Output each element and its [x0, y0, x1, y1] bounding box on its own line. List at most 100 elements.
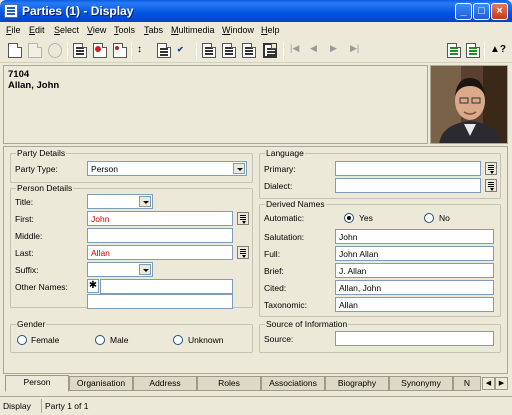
- cited-label: Cited:: [264, 283, 287, 293]
- other-names-field-row2[interactable]: [87, 294, 233, 309]
- salutation-field[interactable]: John: [335, 229, 494, 244]
- view-form-icon[interactable]: [263, 43, 277, 58]
- view-detail-icon[interactable]: [242, 43, 256, 58]
- tab-more[interactable]: N: [453, 376, 481, 391]
- cited-name-field[interactable]: Allan, John: [335, 280, 494, 295]
- menu-tabs[interactable]: Tabs: [144, 25, 163, 35]
- new-row-icon[interactable]: ✱: [87, 279, 99, 293]
- group-legend: Party Details: [16, 148, 67, 158]
- close-button[interactable]: ×: [491, 3, 508, 20]
- spellcheck-icon[interactable]: ✔: [177, 43, 191, 58]
- toolbar-separator: [131, 43, 132, 59]
- portrait-image: [431, 66, 507, 143]
- tab-synonymy[interactable]: Synonymy: [389, 376, 453, 391]
- menu-select[interactable]: Select: [54, 25, 79, 35]
- menu-tools[interactable]: Tools: [114, 25, 135, 35]
- menu-window[interactable]: Window: [222, 25, 254, 35]
- cancel-icon[interactable]: [48, 43, 62, 58]
- source-field[interactable]: [335, 331, 494, 346]
- language-group: Language Primary: Dialect:: [259, 148, 501, 199]
- chevron-down-icon[interactable]: [233, 163, 245, 174]
- menu-help[interactable]: Help: [261, 25, 280, 35]
- gender-unknown-radio[interactable]: [173, 335, 183, 345]
- tab-organisation[interactable]: Organisation: [69, 376, 133, 391]
- toolbar-separator: [484, 43, 485, 59]
- gender-male-radio[interactable]: [95, 335, 105, 345]
- tab-biography[interactable]: Biography: [325, 376, 389, 391]
- menu-multimedia[interactable]: Multimedia: [171, 25, 215, 35]
- edit-icon[interactable]: [157, 43, 171, 58]
- gender-unknown-label: Unknown: [188, 335, 224, 345]
- party-type-select[interactable]: Person: [87, 161, 247, 176]
- middle-label: Middle:: [15, 231, 43, 241]
- title-bar[interactable]: Parties (1) - Display _ □ ×: [0, 0, 512, 22]
- tab-roles[interactable]: Roles: [197, 376, 261, 391]
- attach-record-icon[interactable]: [113, 43, 127, 58]
- menu-bar: File Edit Select View Tools Tabs Multime…: [0, 22, 512, 39]
- maximize-button[interactable]: □: [473, 3, 490, 20]
- group-legend: Source of Information: [265, 319, 349, 329]
- primary-language-field[interactable]: [335, 161, 481, 176]
- lookup-icon[interactable]: [237, 246, 249, 259]
- chevron-down-icon[interactable]: [139, 196, 151, 207]
- party-photo[interactable]: [430, 65, 508, 144]
- middle-name-field[interactable]: [87, 228, 233, 243]
- salutation-label: Salutation:: [264, 232, 305, 242]
- person-details-group: Person Details Title: First: John Middle…: [10, 183, 253, 309]
- lookup-icon[interactable]: [485, 179, 497, 192]
- previous-record-icon[interactable]: ◀: [310, 43, 324, 58]
- next-tab-icon[interactable]: [466, 43, 480, 58]
- automatic-label: Automatic:: [264, 213, 305, 223]
- brief-name-field[interactable]: J. Allan: [335, 263, 494, 278]
- lookup-icon[interactable]: [485, 162, 497, 175]
- sort-icon[interactable]: ↕: [137, 43, 151, 58]
- lookup-icon[interactable]: [237, 212, 249, 225]
- taxonomic-name-field[interactable]: Allan: [335, 297, 494, 312]
- tab-person[interactable]: Person: [5, 375, 69, 392]
- save-icon[interactable]: [28, 43, 42, 58]
- menu-edit[interactable]: Edit: [29, 25, 45, 35]
- full-name-field[interactable]: John Allan: [335, 246, 494, 261]
- first-name-field[interactable]: John: [87, 211, 233, 226]
- tab-associations[interactable]: Associations: [261, 376, 325, 391]
- full-label: Full:: [264, 249, 281, 259]
- view-list-icon[interactable]: [202, 43, 216, 58]
- gender-female-radio[interactable]: [17, 335, 27, 345]
- status-mode: Display: [3, 401, 31, 411]
- help-icon[interactable]: ▲?: [490, 43, 506, 58]
- other-names-field[interactable]: [100, 279, 233, 294]
- group-legend: Language: [265, 148, 305, 158]
- title-select[interactable]: [87, 194, 153, 209]
- new-icon[interactable]: [8, 43, 22, 58]
- group-legend: Person Details: [16, 183, 74, 193]
- last-name-field[interactable]: Allan: [87, 245, 233, 260]
- automatic-yes-radio[interactable]: [344, 213, 354, 223]
- toolbar-separator: [67, 43, 68, 59]
- automatic-no-radio[interactable]: [424, 213, 434, 223]
- dialect-field[interactable]: [335, 178, 481, 193]
- menu-file[interactable]: File: [6, 25, 21, 35]
- gender-male-label: Male: [110, 335, 129, 345]
- party-type-value: Person: [91, 164, 118, 174]
- first-record-icon[interactable]: |◀: [290, 43, 304, 58]
- status-separator: [41, 399, 42, 413]
- source-label: Source:: [264, 334, 294, 344]
- last-record-icon[interactable]: ▶|: [350, 43, 364, 58]
- tab-scroll-right-icon[interactable]: ▶: [495, 377, 508, 390]
- previous-tab-icon[interactable]: [447, 43, 461, 58]
- window-title: Parties (1) - Display: [22, 4, 134, 18]
- tab-scroll-left-icon[interactable]: ◀: [482, 377, 495, 390]
- delete-record-icon[interactable]: [93, 43, 107, 58]
- form-area: Party Details Party Type: Person Person …: [3, 146, 508, 374]
- record-name: Allan, John: [8, 80, 60, 91]
- next-record-icon[interactable]: ▶: [330, 43, 344, 58]
- tab-strip: Person Organisation Address Roles Associ…: [3, 375, 508, 393]
- tab-address[interactable]: Address: [133, 376, 197, 391]
- minimize-button[interactable]: _: [455, 3, 472, 20]
- suffix-select[interactable]: [87, 262, 153, 277]
- menu-view[interactable]: View: [87, 25, 106, 35]
- other-names-label: Other Names:: [15, 282, 68, 292]
- view-page-icon[interactable]: [222, 43, 236, 58]
- chevron-down-icon[interactable]: [139, 264, 151, 275]
- copy-record-icon[interactable]: [73, 43, 87, 58]
